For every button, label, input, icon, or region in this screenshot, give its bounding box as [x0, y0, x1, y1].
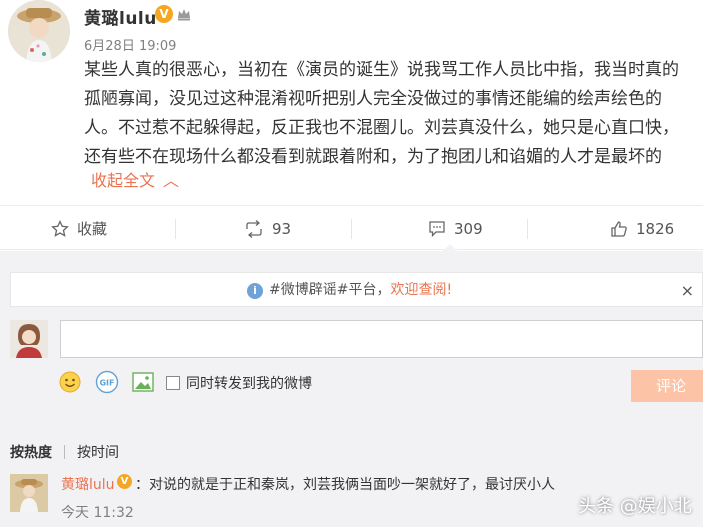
emoji-icon[interactable] [58, 370, 82, 394]
commenter-avatar[interactable] [10, 474, 48, 512]
notice-prefix[interactable]: #微博辟谣#平台， [269, 273, 390, 308]
repost-button[interactable]: 93 [244, 206, 291, 251]
notice-link[interactable]: 欢迎查阅! [390, 273, 452, 308]
favorite-label: 收藏 [77, 220, 108, 238]
weibo-post: 黄璐lulu V 6月28日 19:09 某些人真的很恶心，当初在《演员的诞生》… [0, 0, 703, 204]
divider [351, 219, 352, 239]
author-name[interactable]: 黄璐lulu [84, 4, 157, 29]
thumbs-up-icon [611, 220, 627, 237]
collapse-text-link[interactable]: 收起全文 ︿ [91, 167, 179, 191]
comment-timestamp: 今天 11:32 [61, 505, 134, 521]
comment-icon [429, 220, 445, 237]
comment-input[interactable] [60, 320, 703, 358]
divider [64, 445, 65, 459]
rumor-notice-bar: i #微博辟谣#平台， 欢迎查阅! × [10, 272, 703, 307]
comment-text: ：对说的就是于正和秦岚，刘芸我俩当面吵一架就好了，最讨厌小人 [135, 477, 555, 493]
svg-text:GIF: GIF [99, 379, 114, 388]
divider [175, 219, 176, 239]
submit-comment-button[interactable]: 评论 [631, 370, 703, 402]
commenter-name[interactable]: 黄璐lulu [61, 474, 115, 494]
like-button[interactable]: 1826 [610, 206, 674, 251]
post-line: 孤陋寡闻，没见过这种混淆视听把别人完全没做过的事情还能编的绘声绘色的 [84, 89, 662, 109]
repost-count: 93 [272, 219, 292, 238]
notice-text: i #微博辟谣#平台， 欢迎查阅! [247, 273, 452, 308]
repost-icon [246, 219, 262, 238]
watermark: 头条 @娱小北 [578, 496, 692, 517]
collapse-label: 收起全文 [91, 171, 156, 190]
current-user-avatar[interactable] [10, 320, 48, 358]
comment-sort-bar: 按热度 按时间 [10, 442, 119, 462]
post-line: 人。不过惹不起躲得起，反正我也不混圈儿。刘芸真没什么，她只是心直口快， [84, 118, 679, 138]
info-icon: i [247, 282, 263, 299]
repost-checkbox[interactable]: 同时转发到我的微博 [166, 373, 312, 393]
comment-count: 309 [454, 219, 483, 238]
post-timestamp[interactable]: 6月28日 19:09 [84, 35, 176, 54]
repost-checkbox-label: 同时转发到我的微博 [186, 376, 312, 392]
like-count: 1826 [636, 219, 675, 238]
close-icon[interactable]: × [681, 273, 694, 308]
post-line: 某些人真的很恶心，当初在《演员的诞生》说我骂工作人员比中指，我当时真的 [84, 60, 679, 80]
divider [527, 219, 528, 239]
gif-icon[interactable]: GIF [95, 370, 119, 394]
sort-by-hot[interactable]: 按热度 [10, 442, 52, 462]
image-icon[interactable] [131, 370, 155, 394]
favorite-button[interactable]: 收藏 [51, 206, 107, 251]
post-body: 某些人真的很恶心，当初在《演员的诞生》说我骂工作人员比中指，我当时真的 孤陋寡闻… [84, 56, 696, 172]
verified-v-icon: V [155, 5, 173, 23]
active-tab-indicator [443, 244, 457, 251]
vip-crown-icon [178, 9, 190, 21]
checkbox-box[interactable] [166, 376, 180, 390]
sort-by-time[interactable]: 按时间 [77, 442, 119, 462]
star-icon [51, 219, 69, 237]
verified-v-icon: V [117, 474, 132, 489]
chevron-up-icon: ︿ [163, 171, 180, 190]
author-avatar[interactable] [8, 0, 70, 62]
action-bar: 收藏 93 309 1826 [0, 205, 703, 250]
